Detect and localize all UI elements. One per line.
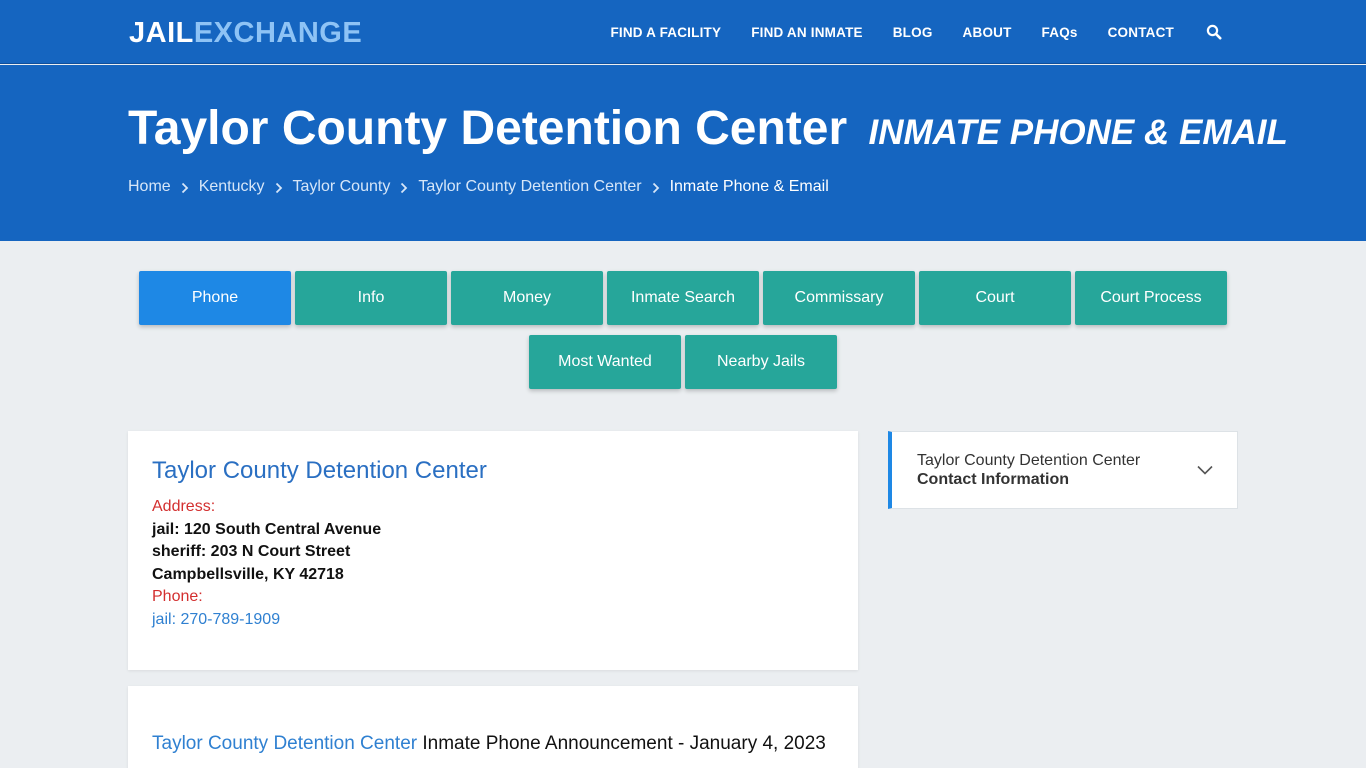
main-nav: FIND A FACILITY FIND AN INMATE BLOG ABOU… bbox=[580, 0, 1222, 64]
announcement-heading: Taylor County Detention Center Inmate Ph… bbox=[152, 733, 826, 755]
accordion-title: Contact Information bbox=[917, 471, 1069, 488]
nav-find-facility[interactable]: FIND A FACILITY bbox=[610, 25, 721, 40]
address-line: jail: 120 South Central Avenue bbox=[152, 520, 382, 538]
chevron-right-icon bbox=[275, 181, 283, 194]
search-icon[interactable] bbox=[1206, 24, 1222, 40]
phone-link[interactable]: jail: 270-789-1909 bbox=[152, 609, 381, 632]
chevron-down-icon[interactable] bbox=[1197, 462, 1213, 475]
logo-part1: JAIL bbox=[129, 17, 194, 49]
contact-info-accordion[interactable]: Taylor County Detention Center Contact I… bbox=[888, 431, 1238, 509]
tab-nearby-jails[interactable]: Nearby Jails bbox=[685, 335, 837, 389]
tab-court-process[interactable]: Court Process bbox=[1075, 271, 1227, 325]
accordion-facility-name: Taylor County Detention Center bbox=[917, 452, 1141, 469]
breadcrumb-kentucky[interactable]: Kentucky bbox=[199, 178, 265, 196]
tab-most-wanted[interactable]: Most Wanted bbox=[529, 335, 681, 389]
tab-commissary[interactable]: Commissary bbox=[763, 271, 915, 325]
nav-find-inmate[interactable]: FIND AN INMATE bbox=[751, 25, 863, 40]
tab-money[interactable]: Money bbox=[451, 271, 603, 325]
breadcrumb-home[interactable]: Home bbox=[128, 178, 171, 196]
address-line: Campbellsville, KY 42718 bbox=[152, 565, 344, 583]
page-title-main: Taylor County Detention Center bbox=[128, 102, 848, 155]
tab-inmate-search[interactable]: Inmate Search bbox=[607, 271, 759, 325]
phone-label: Phone: bbox=[152, 588, 203, 605]
chevron-right-icon bbox=[652, 181, 660, 194]
nav-contact[interactable]: CONTACT bbox=[1108, 25, 1174, 40]
hero-banner: Taylor County Detention Center INMATE PH… bbox=[0, 65, 1366, 241]
tab-phone[interactable]: Phone bbox=[139, 271, 291, 325]
facility-details: Address: jail: 120 South Central Avenue … bbox=[152, 496, 381, 631]
announcement-facility-link[interactable]: Taylor County Detention Center bbox=[152, 733, 417, 754]
breadcrumb-taylor-county[interactable]: Taylor County bbox=[293, 178, 391, 196]
tab-court[interactable]: Court bbox=[919, 271, 1071, 325]
breadcrumb-facility[interactable]: Taylor County Detention Center bbox=[418, 178, 641, 196]
chevron-right-icon bbox=[400, 181, 408, 194]
nav-about[interactable]: ABOUT bbox=[963, 25, 1012, 40]
page-subtitle: INMATE PHONE & EMAIL bbox=[868, 113, 1288, 152]
facility-card: Taylor County Detention Center Address: … bbox=[128, 431, 858, 670]
announcement-text: Inmate Phone Announcement - January 4, 2… bbox=[417, 733, 826, 754]
announcement-card: Taylor County Detention Center Inmate Ph… bbox=[128, 686, 858, 768]
chevron-right-icon bbox=[181, 181, 189, 194]
site-logo[interactable]: JAILEXCHANGE bbox=[129, 16, 362, 50]
tab-info[interactable]: Info bbox=[295, 271, 447, 325]
breadcrumb: Home Kentucky Taylor County Taylor Count… bbox=[128, 178, 829, 196]
address-label: Address: bbox=[152, 498, 216, 515]
address-line: sheriff: 203 N Court Street bbox=[152, 543, 351, 560]
nav-blog[interactable]: BLOG bbox=[893, 25, 933, 40]
facility-title: Taylor County Detention Center bbox=[152, 457, 487, 484]
top-navbar: JAILEXCHANGE FIND A FACILITY FIND AN INM… bbox=[0, 0, 1366, 64]
nav-faqs[interactable]: FAQs bbox=[1042, 25, 1078, 40]
logo-part2: EXCHANGE bbox=[193, 17, 363, 49]
breadcrumb-current: Inmate Phone & Email bbox=[669, 178, 829, 195]
page-title: Taylor County Detention Center INMATE PH… bbox=[128, 101, 1288, 161]
